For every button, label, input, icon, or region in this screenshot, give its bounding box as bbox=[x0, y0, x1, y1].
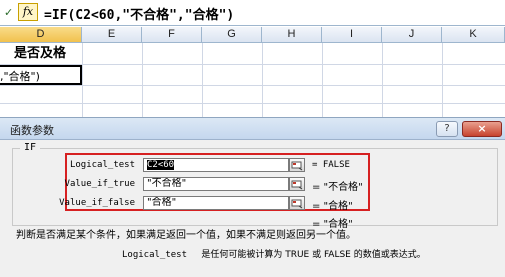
range-select-icon bbox=[291, 161, 303, 171]
cell-d3-active[interactable]: ,"合格") bbox=[0, 65, 82, 85]
value-if-false-input[interactable]: "合格" bbox=[143, 196, 289, 210]
insert-function-button[interactable]: fx bbox=[18, 3, 38, 21]
collapse-dialog-button[interactable] bbox=[289, 158, 305, 172]
value-if-true-label: Value_if_true bbox=[64, 179, 135, 189]
gridline bbox=[142, 43, 143, 117]
gridline bbox=[0, 103, 505, 104]
function-name-label: IF bbox=[20, 142, 41, 153]
column-header-i[interactable]: I bbox=[322, 27, 382, 43]
argument-help-text: 是任何可能被计算为 TRUE 或 FALSE 的数值或表达式。 bbox=[201, 250, 426, 260]
collapse-dialog-button[interactable] bbox=[289, 196, 305, 210]
column-header-e[interactable]: E bbox=[82, 27, 142, 43]
gridline bbox=[0, 85, 505, 86]
value-if-false-result: = "合格" bbox=[312, 201, 353, 212]
dialog-titlebar[interactable]: 函数参数 ? × bbox=[0, 118, 505, 140]
value-if-false-label: Value_if_false bbox=[59, 198, 135, 208]
column-header-h[interactable]: H bbox=[262, 27, 322, 43]
column-header-f[interactable]: F bbox=[142, 27, 202, 43]
function-arguments-dialog: 函数参数 ? × IF Logical_test C2<60 = FALSE V… bbox=[0, 117, 505, 277]
gridline bbox=[382, 43, 383, 117]
argument-help-name: Logical_test bbox=[122, 250, 188, 260]
formula-input[interactable]: =IF(C2<60,"不合格","合格") bbox=[44, 4, 234, 23]
value-if-true-input[interactable]: "不合格" bbox=[143, 177, 289, 191]
logical-test-input[interactable]: C2<60 bbox=[143, 158, 289, 172]
spreadsheet-grid[interactable]: D E F G H I J K 是否及格 ,"合格") bbox=[0, 27, 505, 117]
enter-check-icon[interactable]: ✓ bbox=[4, 6, 16, 20]
logical-test-label: Logical_test bbox=[69, 160, 135, 170]
column-header-d[interactable]: D bbox=[0, 27, 82, 43]
dialog-title: 函数参数 bbox=[10, 124, 54, 137]
range-select-icon bbox=[291, 199, 303, 209]
gridline bbox=[322, 43, 323, 117]
collapse-dialog-button[interactable] bbox=[289, 177, 305, 191]
value-if-true-result: = "不合格" bbox=[312, 182, 363, 193]
logical-test-result: = FALSE bbox=[312, 160, 350, 170]
argument-help: Logical_test 是任何可能被计算为 TRUE 或 FALSE 的数值或… bbox=[122, 247, 426, 260]
cell-d2[interactable]: 是否及格 bbox=[0, 44, 82, 64]
gridline bbox=[82, 43, 83, 117]
help-button[interactable]: ? bbox=[436, 121, 458, 137]
column-header-k[interactable]: K bbox=[442, 27, 505, 43]
column-header-j[interactable]: J bbox=[382, 27, 442, 43]
column-header-g[interactable]: G bbox=[202, 27, 262, 43]
gridline bbox=[262, 43, 263, 117]
gridline bbox=[202, 43, 203, 117]
gridline bbox=[442, 43, 443, 117]
range-select-icon bbox=[291, 180, 303, 190]
function-description: 判断是否满足某个条件，如果满足返回一个值，如果不满足则返回另一个值。 bbox=[16, 230, 356, 241]
logical-test-value: C2<60 bbox=[147, 160, 175, 170]
close-button[interactable]: × bbox=[462, 121, 502, 137]
formula-bar: ✓ fx =IF(C2<60,"不合格","合格") bbox=[0, 0, 505, 26]
